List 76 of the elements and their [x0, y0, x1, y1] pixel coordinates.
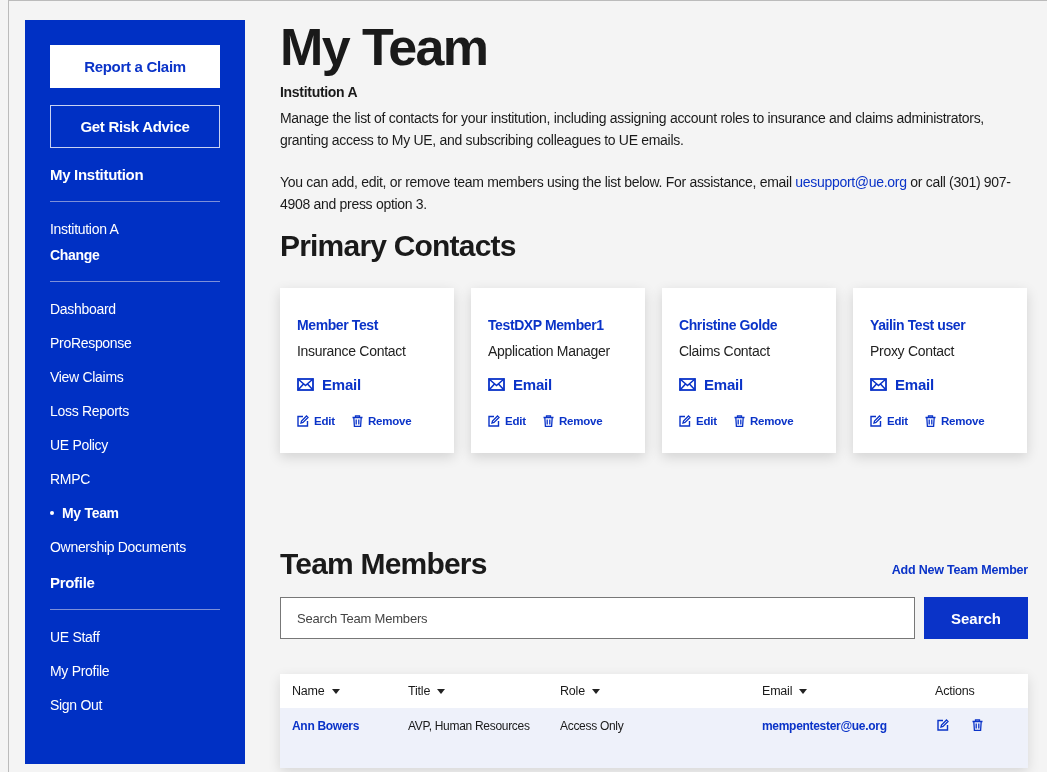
- sidebar-item[interactable]: My Team: [50, 503, 220, 523]
- table-cell-text: Access Only: [560, 719, 625, 733]
- column-header[interactable]: Title: [408, 684, 560, 698]
- trash-icon: [542, 415, 554, 427]
- sidebar-heading: My Institution: [50, 165, 145, 185]
- email-link[interactable]: Email: [488, 376, 553, 393]
- sidebar-item[interactable]: Ownership Documents: [50, 537, 220, 557]
- bullet-icon: [50, 511, 54, 515]
- column-header[interactable]: Name: [292, 684, 408, 698]
- section-heading: Primary Contacts: [280, 229, 517, 263]
- email-link[interactable]: mempentester@ue.org: [762, 719, 935, 733]
- sort-caret-icon: [591, 688, 600, 694]
- contact-name[interactable]: Member Test: [297, 316, 444, 334]
- column-header[interactable]: Email: [762, 684, 935, 698]
- remove-link[interactable]: Remove: [924, 415, 985, 427]
- sort-caret-icon: [331, 688, 340, 694]
- table-cell-text: AVP, Human Resources: [408, 719, 531, 733]
- sidebar-heading: Profile: [50, 573, 96, 593]
- edit-icon: [297, 415, 309, 427]
- trash-icon: [351, 415, 363, 427]
- sort-caret-icon: [437, 688, 446, 694]
- contact-role: Proxy Contact: [870, 342, 956, 360]
- trash-icon: [972, 719, 983, 731]
- mail-icon: [679, 378, 696, 391]
- column-header: Actions: [935, 684, 976, 698]
- search-field[interactable]: Search Team Members: [280, 597, 915, 639]
- member-name-link[interactable]: Ann Bowers: [292, 719, 408, 733]
- trash-icon: [733, 415, 745, 427]
- remove-link[interactable]: Remove: [351, 415, 412, 427]
- change-link[interactable]: Change: [50, 245, 220, 265]
- email-link[interactable]: Email: [297, 376, 362, 393]
- description-paragraph: Manage the list of contacts for your institution, including assigning account roles to insurance and claims administrators, granting access to My UE, and subscribing colleagues to UE emails.: [280, 109, 985, 150]
- email-link[interactable]: Email: [679, 376, 744, 393]
- sidebar-item[interactable]: Sign Out: [50, 695, 220, 715]
- institution-name: Institution A: [50, 220, 120, 239]
- edit-icon: [488, 415, 500, 427]
- sidebar-item[interactable]: UE Policy: [50, 435, 220, 455]
- sidebar-item[interactable]: RMPC: [50, 469, 220, 489]
- contact-name[interactable]: Yailin Test user: [870, 316, 1017, 334]
- trash-icon: [924, 415, 936, 427]
- edit-icon: [679, 415, 691, 427]
- institution-label: Institution A: [280, 83, 359, 101]
- report-claim-button[interactable]: Report a Claim: [50, 45, 220, 88]
- assistance-paragraph: You can add, edit, or remove team members using the list below. For assistance, email uesupport@ue.org or call (301) 907-4908 and press option 3.: [280, 173, 1012, 214]
- edit-icon: [870, 415, 882, 427]
- email-link[interactable]: Email: [870, 376, 935, 393]
- edit-link[interactable]: Edit: [679, 415, 717, 427]
- contact-role: Application Manager: [488, 342, 611, 360]
- edit-link[interactable]: Edit: [297, 415, 335, 427]
- add-member-link[interactable]: Add New Team Member: [891, 563, 1028, 581]
- mail-icon: [870, 378, 887, 391]
- mail-icon: [297, 378, 314, 391]
- remove-link[interactable]: Remove: [542, 415, 603, 427]
- mail-icon: [488, 378, 505, 391]
- support-email-link[interactable]: uesupport@ue.org: [795, 174, 907, 190]
- edit-icon: [937, 719, 949, 731]
- contact-name[interactable]: Christine Golde: [679, 316, 826, 334]
- remove-link[interactable]: Remove: [733, 415, 794, 427]
- contact-role: Insurance Contact: [297, 342, 407, 360]
- table-row[interactable]: Ann Bowers AVP, Human Resources Access Only mempentester@ue.org: [280, 708, 1028, 768]
- contact-name[interactable]: TestDXP Member1: [488, 316, 635, 334]
- edit-link[interactable]: Edit: [870, 415, 908, 427]
- section-heading: Team Members: [280, 547, 487, 581]
- edit-link[interactable]: Edit: [488, 415, 526, 427]
- column-header[interactable]: Role: [560, 684, 762, 698]
- sidebar-item[interactable]: View Claims: [50, 367, 220, 387]
- sort-caret-icon: [799, 688, 808, 694]
- sidebar-item[interactable]: Dashboard: [50, 299, 220, 319]
- contact-role: Claims Contact: [679, 342, 771, 360]
- page-title: My Team: [280, 18, 489, 76]
- sidebar-item[interactable]: ProResponse: [50, 333, 220, 353]
- sidebar-item[interactable]: My Profile: [50, 661, 220, 681]
- search-button[interactable]: Search: [924, 597, 1028, 639]
- risk-advice-button[interactable]: Get Risk Advice: [50, 105, 220, 148]
- sidebar-item[interactable]: Loss Reports: [50, 401, 220, 421]
- sidebar-item[interactable]: UE Staff: [50, 627, 220, 647]
